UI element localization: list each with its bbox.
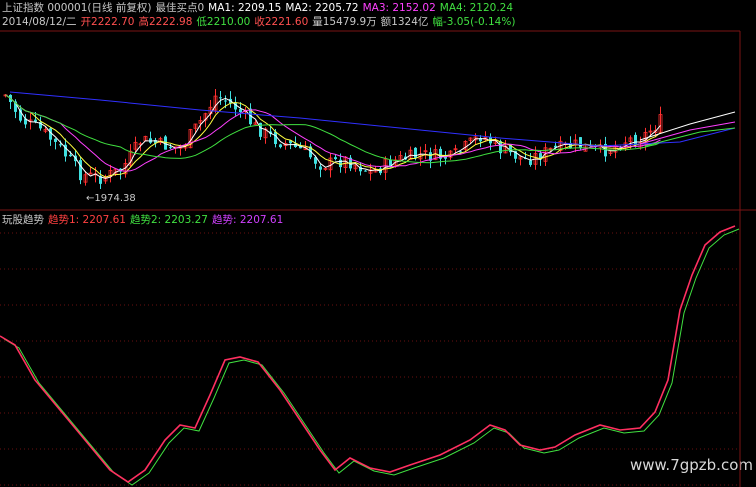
candlestick-series [3,88,663,189]
indicator-grid-lines [0,232,740,486]
candle-body [79,160,82,181]
ma5-line [9,91,736,147]
candle-body [219,97,222,99]
candle-body [169,147,172,149]
ma1-line [5,94,661,179]
candle-body [54,138,57,142]
chart-canvas[interactable] [0,0,756,487]
candle-body [459,151,462,153]
ma2-line [5,94,661,178]
candle-body [634,134,637,146]
trend-indicator-lines [0,225,740,486]
candle-body [274,131,277,145]
trend1-line [0,225,736,483]
candle-body [239,109,242,113]
candle-body [279,144,282,148]
candle-body [59,144,62,146]
candle-body [414,147,417,158]
candle-body [34,119,37,122]
candle-body [529,160,532,165]
candle-body [364,170,367,172]
candle-body [334,157,337,160]
trend2-line [3,228,740,486]
ma1-tail-line [639,111,736,141]
candle-body [69,154,72,157]
candle-body [319,166,322,170]
candle-body [579,137,582,149]
ma3-line [5,94,661,172]
candle-body [224,100,227,102]
moving-average-lines [5,91,736,179]
